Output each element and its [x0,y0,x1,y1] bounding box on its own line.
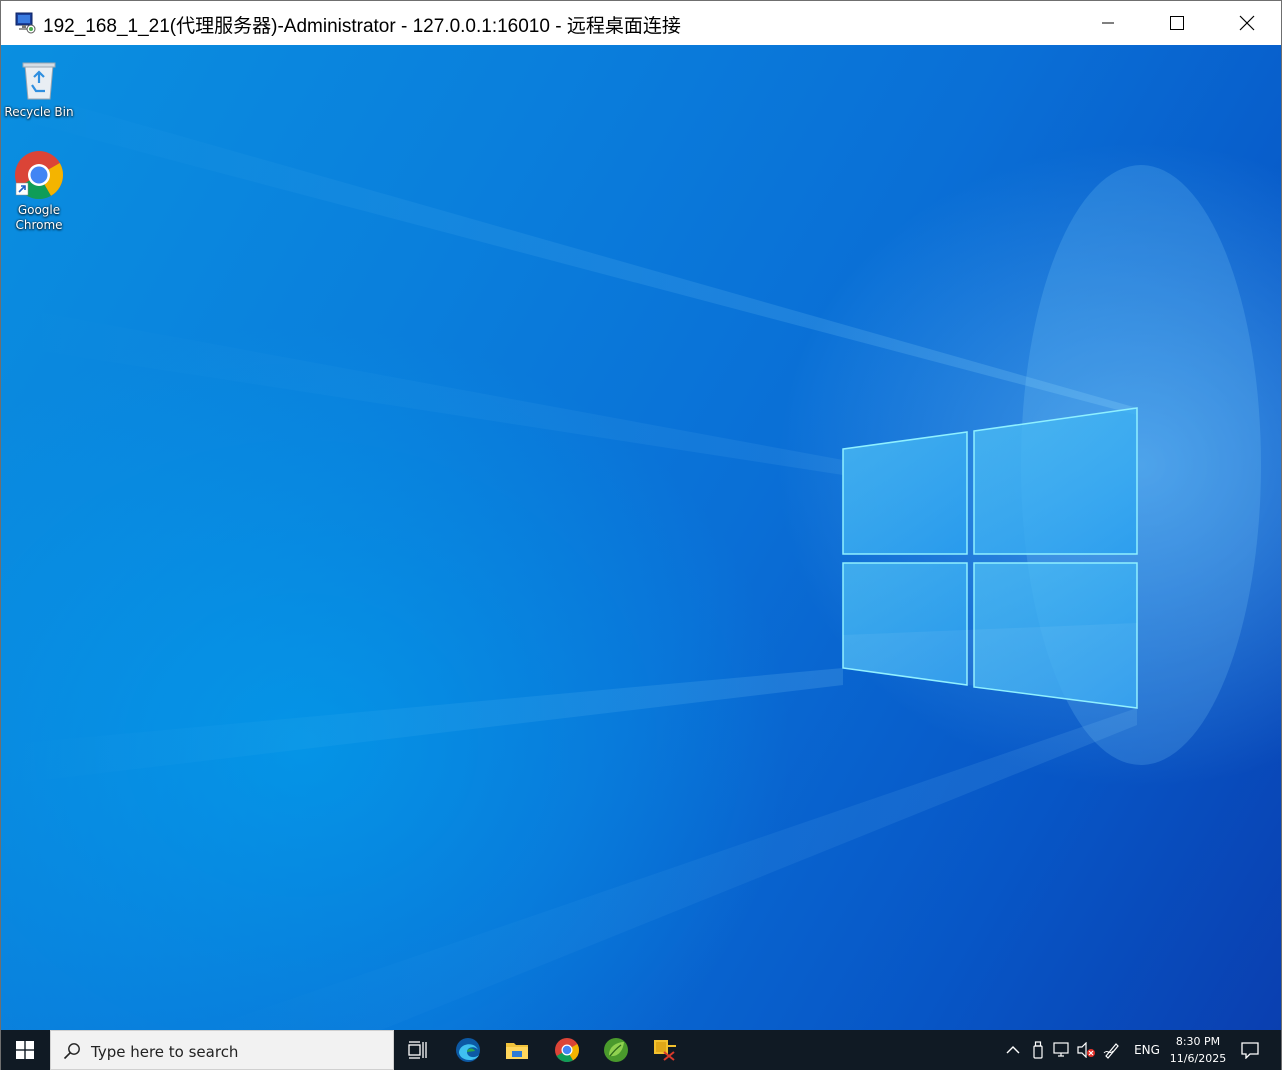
taskbar: Type here to search ENG 8:30 PM 11/6/202… [1,1030,1281,1070]
network-tool-icon [654,1040,676,1061]
recycle-bin-label: Recycle Bin [4,105,74,119]
window-title: 192_168_1_21(代理服务器)-Administrator - 127.… [43,16,681,37]
desktop[interactable]: Recycle Bin Google Chrome [1,45,1281,1030]
chrome-label-line1: Google [17,203,61,217]
clock-time: 8:30 PM [1175,1035,1221,1048]
remote-desktop-icon [13,11,37,35]
maximize-button[interactable] [1142,1,1212,45]
action-center-button[interactable] [1233,1030,1267,1070]
usb-tray-button[interactable] [1027,1030,1049,1070]
clock-button[interactable]: 8:30 PM 11/6/2025 [1167,1030,1229,1070]
minimize-icon [1102,22,1114,24]
task-view-icon [408,1041,427,1059]
minimize-button[interactable] [1073,1,1143,45]
notification-icon [1241,1042,1259,1059]
clock-date: 11/6/2025 [1169,1052,1227,1065]
pen-tray-button[interactable] [1100,1030,1124,1070]
taskbar-spring-app[interactable] [592,1030,640,1070]
title-bar[interactable]: 192_168_1_21(代理服务器)-Administrator - 127.… [1,1,1281,45]
network-icon [1053,1042,1069,1057]
taskbar-network-tool[interactable] [641,1030,689,1070]
chrome-icon [555,1038,579,1063]
volume-tray-button[interactable] [1074,1030,1098,1070]
search-icon [63,1043,80,1060]
chevron-up-icon [1006,1046,1020,1054]
maximize-icon [1170,16,1184,30]
volume-muted-icon [1077,1042,1095,1058]
task-view-button[interactable] [394,1030,442,1070]
taskbar-search-box[interactable]: Type here to search [50,1030,394,1070]
search-placeholder: Type here to search [91,1043,239,1061]
chrome-icon [15,151,64,200]
recycle-bin-shortcut[interactable]: Recycle Bin [1,51,77,120]
close-icon [1239,15,1255,31]
remote-desktop-window: 192_168_1_21(代理服务器)-Administrator - 127.… [0,0,1282,1070]
taskbar-edge[interactable] [444,1030,492,1070]
file-explorer-icon [506,1043,528,1059]
pen-workspace-icon [1103,1043,1119,1059]
start-button[interactable] [1,1030,49,1070]
input-language-button[interactable]: ENG [1129,1030,1165,1070]
chrome-label-line2: Chrome [15,218,63,232]
show-hidden-icons-button[interactable] [1001,1030,1025,1070]
windows-logo-wallpaper [1,85,1261,1030]
network-tray-button[interactable] [1050,1030,1074,1070]
windows-start-icon [16,1041,34,1059]
taskbar-chrome[interactable] [543,1030,591,1070]
usb-device-icon [1033,1041,1043,1059]
recycle-bin-icon [22,62,56,100]
edge-icon [456,1038,480,1062]
spring-app-icon [604,1038,628,1062]
chrome-shortcut[interactable]: Google Chrome [1,149,77,233]
taskbar-file-explorer[interactable] [493,1030,541,1070]
close-button[interactable] [1212,1,1282,45]
